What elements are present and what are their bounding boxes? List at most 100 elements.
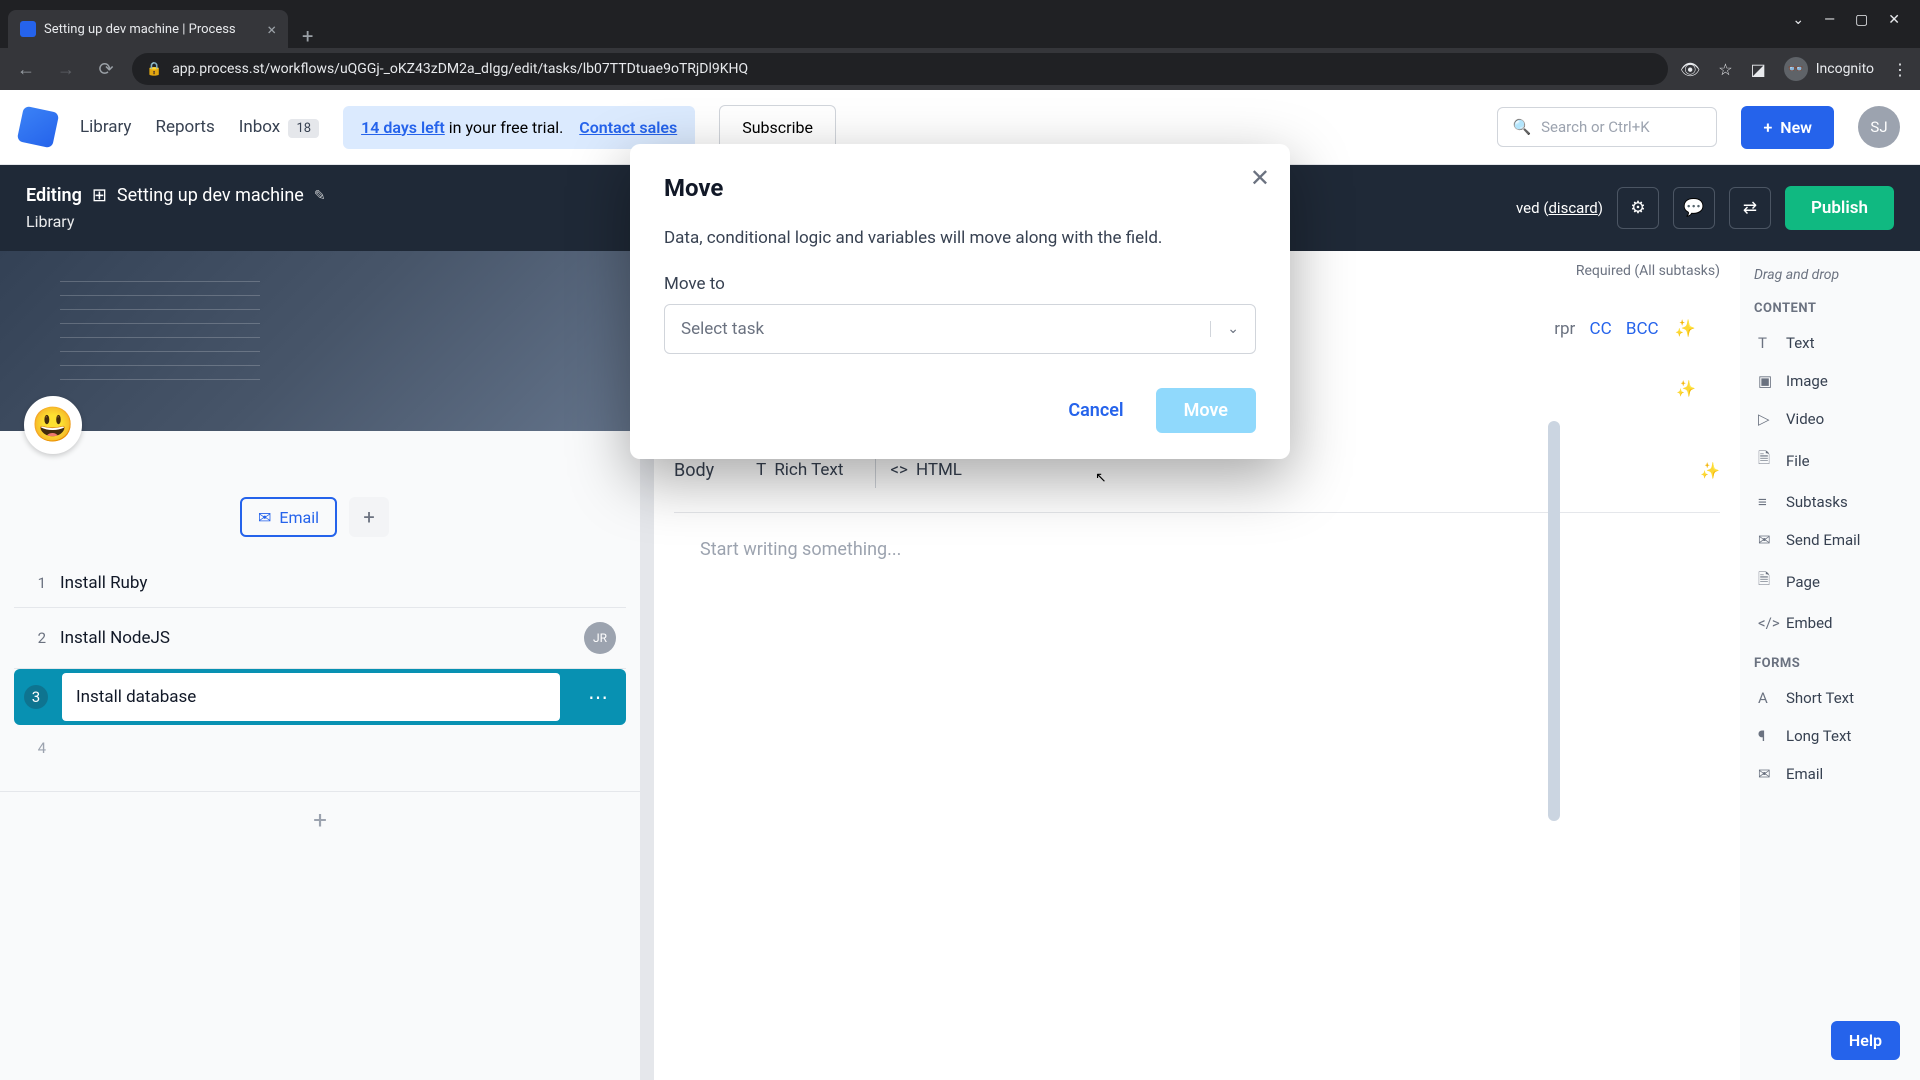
help-button[interactable]: Help (1831, 1021, 1900, 1060)
discard-link[interactable]: discard (1548, 199, 1597, 217)
list-icon: ≡ (1758, 493, 1776, 511)
close-window-icon[interactable]: ✕ (1888, 12, 1900, 28)
lock-icon: 🔒 (146, 62, 162, 77)
cover-image (0, 251, 640, 431)
sidebar-item-email[interactable]: ✉Email (1750, 755, 1910, 793)
plus-icon: + (1763, 118, 1772, 137)
modal-title: Move (664, 174, 1256, 202)
page-icon: 🗎 (1758, 569, 1776, 594)
assignee-avatar[interactable]: JR (584, 622, 616, 654)
move-button[interactable]: Move (1156, 388, 1256, 433)
bcc-link[interactable]: BCC (1626, 319, 1659, 339)
sidebar-item-video[interactable]: ▷Video (1750, 400, 1910, 438)
magic-wand-icon[interactable]: ✨ (1675, 319, 1696, 339)
nav-library[interactable]: Library (80, 117, 131, 137)
workflow-name: Setting up dev machine (117, 185, 304, 206)
move-modal: ✕ Move Data, conditional logic and varia… (630, 144, 1290, 459)
url-text: app.process.st/workflows/uQGGj-_oKZ43zDM… (172, 61, 748, 77)
task-row[interactable]: 1 Install Ruby (14, 559, 626, 608)
forms-section-label: FORMS (1750, 656, 1910, 671)
body-editor[interactable]: Start writing something... (674, 513, 1720, 586)
task-name-input[interactable] (62, 673, 560, 721)
eye-off-icon[interactable]: 👁 (1680, 60, 1700, 79)
cancel-button[interactable]: Cancel (1046, 388, 1145, 433)
comment-icon[interactable]: 💬 (1673, 187, 1715, 229)
add-tag-button[interactable]: + (349, 497, 389, 537)
tab-title: Setting up dev machine | Process (44, 22, 259, 37)
new-tab-button[interactable]: + (288, 24, 327, 48)
extension-icon[interactable]: ◪ (1751, 60, 1766, 79)
subscribe-button[interactable]: Subscribe (719, 105, 836, 150)
editing-label: Editing (26, 185, 82, 206)
browser-tab[interactable]: Setting up dev machine | Process × (8, 10, 288, 48)
sidebar-item-subtasks[interactable]: ≡Subtasks (1750, 483, 1910, 521)
sidebar-item-text[interactable]: TText (1750, 324, 1910, 362)
rpr-label: rpr (1554, 319, 1575, 339)
task-list-panel: 😃 ✉ Email + 1 Install Ruby 2 Install Nod… (0, 251, 640, 1080)
close-tab-icon[interactable]: × (267, 20, 276, 39)
long-text-icon: ¶ (1758, 727, 1776, 745)
sidebar-item-short-text[interactable]: AShort Text (1750, 679, 1910, 717)
star-icon[interactable]: ☆ (1718, 60, 1732, 79)
incognito-badge[interactable]: 👓 Incognito (1784, 57, 1874, 81)
workflow-emoji[interactable]: 😃 (24, 396, 82, 454)
image-icon: ▣ (1758, 372, 1776, 390)
close-modal-icon[interactable]: ✕ (1250, 164, 1270, 192)
browser-tab-strip: Setting up dev machine | Process × + (0, 0, 1920, 48)
task-menu-icon[interactable]: ⋯ (574, 685, 622, 709)
content-section-label: CONTENT (1750, 301, 1910, 316)
envelope-icon: ✉ (1758, 765, 1776, 783)
sidebar-item-file[interactable]: 🗎File (1750, 438, 1910, 483)
task-row[interactable]: 2 Install NodeJS JR (14, 608, 626, 669)
sidebar-item-page[interactable]: 🗎Page (1750, 559, 1910, 604)
add-task-button[interactable]: + (0, 791, 640, 848)
new-button[interactable]: + New (1741, 106, 1834, 149)
sidebar-item-embed[interactable]: </>Embed (1750, 604, 1910, 642)
inbox-count-badge: 18 (288, 119, 319, 138)
sidebar-item-long-text[interactable]: ¶Long Text (1750, 717, 1910, 755)
select-placeholder: Select task (681, 319, 764, 339)
edit-name-icon[interactable]: ✎ (314, 188, 326, 204)
favicon (20, 21, 36, 37)
cc-link[interactable]: CC (1590, 319, 1612, 339)
nav-inbox[interactable]: Inbox 18 (239, 117, 319, 137)
contact-sales-link[interactable]: Contact sales (579, 118, 677, 137)
kebab-menu-icon[interactable]: ⋮ (1892, 60, 1908, 79)
code-icon: <> (890, 460, 908, 480)
shuffle-icon[interactable]: ⇄ (1729, 187, 1771, 229)
scrollbar[interactable] (1548, 421, 1560, 821)
text-icon: T (756, 460, 766, 480)
video-icon: ▷ (1758, 410, 1776, 428)
nav-reports[interactable]: Reports (155, 117, 214, 137)
task-row-empty[interactable]: 4 (14, 725, 626, 771)
file-icon: 🗎 (1758, 448, 1776, 473)
magic-wand-icon[interactable]: ✨ (1676, 379, 1696, 398)
user-avatar[interactable]: SJ (1858, 106, 1900, 148)
select-task-dropdown[interactable]: Select task ⌄ (664, 304, 1256, 354)
reload-icon[interactable]: ⟳ (92, 59, 120, 80)
search-input[interactable]: 🔍 Search or Ctrl+K (1497, 107, 1717, 147)
task-list: 1 Install Ruby 2 Install NodeJS JR 3 ⋯ 4 (0, 559, 640, 771)
trial-days-link[interactable]: 14 days left (361, 118, 445, 137)
breadcrumb[interactable]: Library (26, 212, 326, 231)
publish-button[interactable]: Publish (1785, 186, 1894, 230)
gear-icon[interactable]: ⚙ (1617, 187, 1659, 229)
chevron-down-icon[interactable]: ⌄ (1792, 12, 1804, 28)
url-input[interactable]: 🔒 app.process.st/workflows/uQGGj-_oKZ43z… (132, 53, 1668, 85)
incognito-icon: 👓 (1784, 57, 1808, 81)
email-tag[interactable]: ✉ Email (240, 497, 337, 537)
window-controls: ⌄ — ▢ ✕ (1772, 0, 1920, 40)
back-icon[interactable]: ← (12, 59, 40, 80)
logo[interactable] (17, 106, 60, 149)
trial-banner: 14 days left in your free trial. Contact… (343, 106, 695, 149)
sidebar-item-send-email[interactable]: ✉Send Email (1750, 521, 1910, 559)
chevron-down-icon: ⌄ (1210, 321, 1239, 337)
saved-status: ved (discard) (1516, 199, 1603, 217)
forward-icon[interactable]: → (52, 59, 80, 80)
sidebar-item-image[interactable]: ▣Image (1750, 362, 1910, 400)
workflow-icon: ⊞ (92, 185, 107, 206)
minimize-icon[interactable]: — (1824, 12, 1835, 28)
magic-wand-icon[interactable]: ✨ (1700, 461, 1720, 480)
task-row-selected[interactable]: 3 ⋯ (14, 669, 626, 725)
maximize-icon[interactable]: ▢ (1855, 12, 1868, 28)
